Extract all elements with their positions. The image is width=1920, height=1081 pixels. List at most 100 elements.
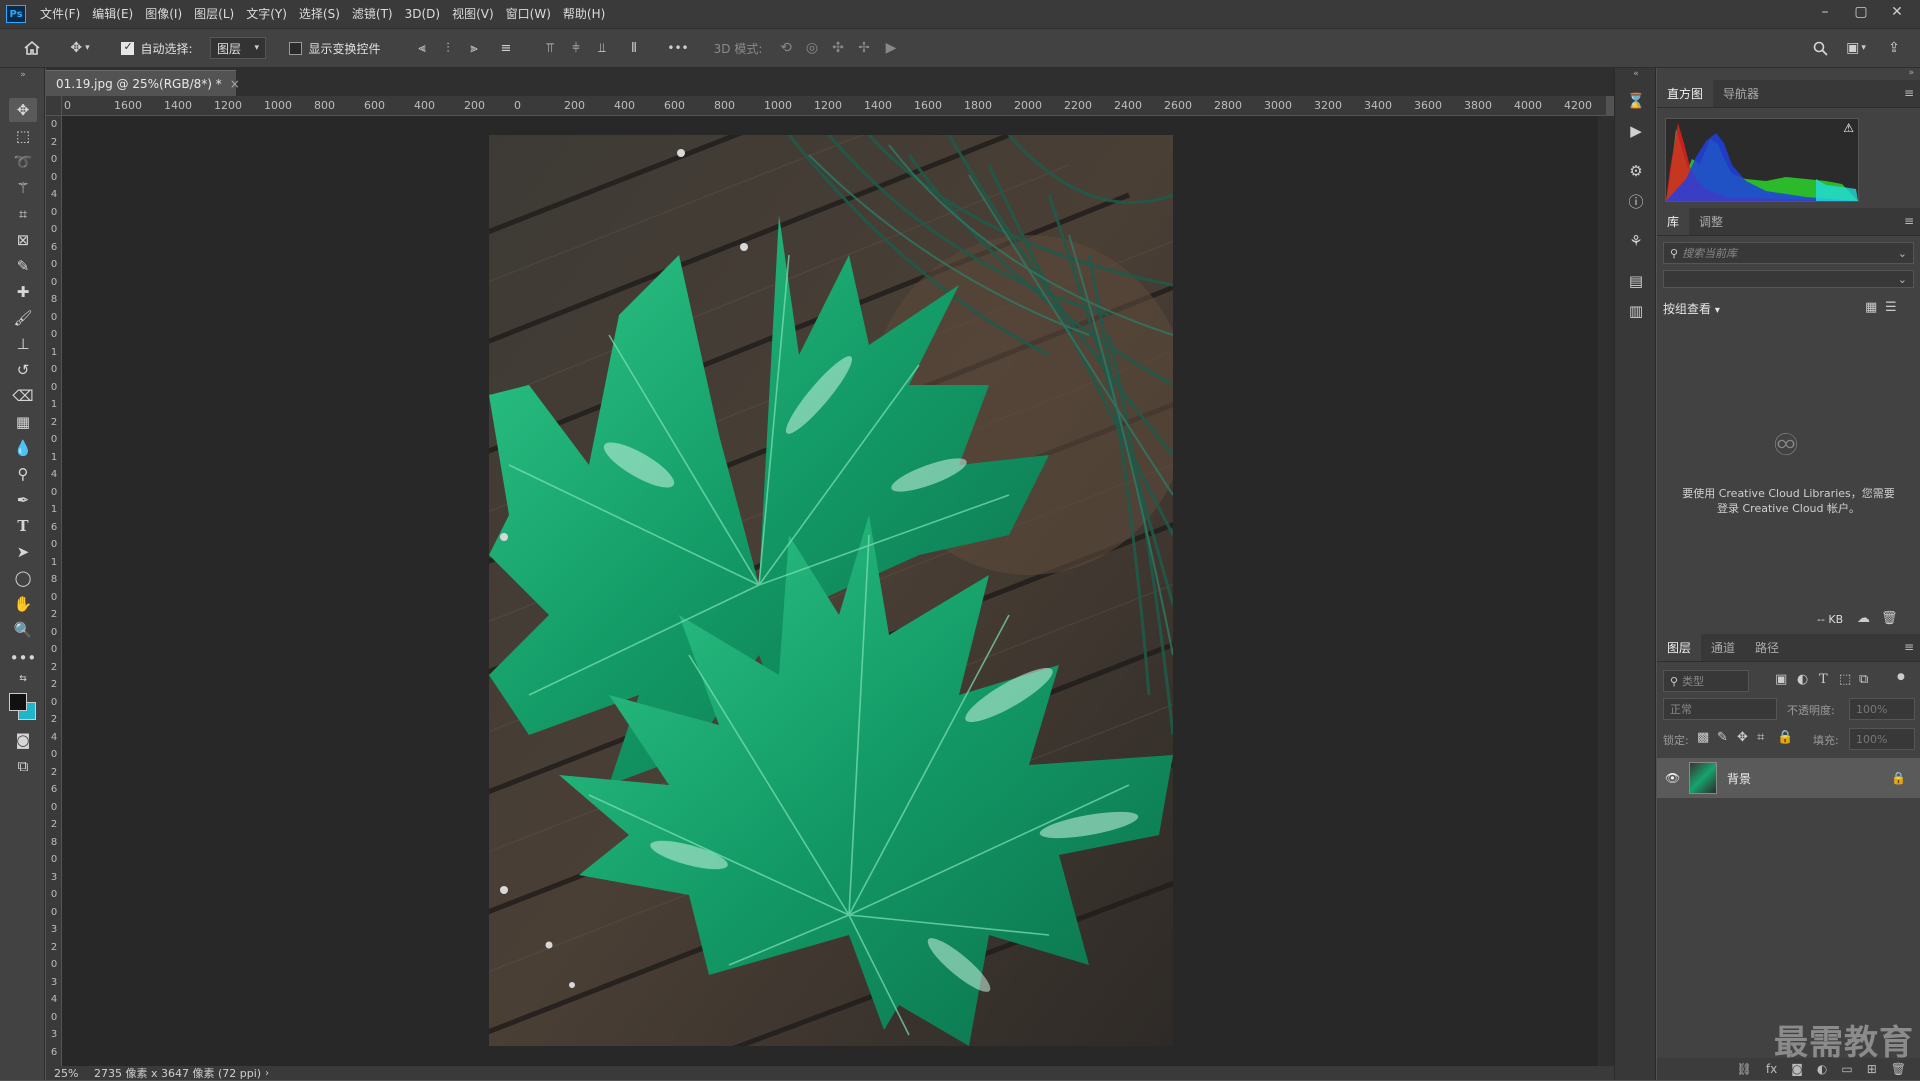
tab-library[interactable]: 库: [1657, 208, 1690, 235]
lock-position-icon[interactable]: ✥: [1737, 730, 1748, 745]
tab-histogram[interactable]: 直方图: [1657, 80, 1714, 107]
marquee-tool-icon[interactable]: ⬚: [9, 124, 37, 148]
zoom-level[interactable]: 25%: [46, 1067, 88, 1080]
distribute-vertical-icon[interactable]: ⦀: [624, 37, 644, 59]
library-search-field[interactable]: ⚲ 搜索当前库 ⌄: [1663, 242, 1914, 264]
library-menu-icon[interactable]: ≡: [1904, 214, 1914, 228]
ruler-origin[interactable]: [46, 96, 62, 116]
histogram-warning-icon[interactable]: ⚠: [1843, 121, 1854, 135]
properties-panel-icon[interactable]: ⚙: [1625, 160, 1647, 182]
3d-orbit-icon[interactable]: ⟲: [776, 37, 796, 59]
eyedropper-tool-icon[interactable]: ✎: [9, 254, 37, 278]
path-selection-tool-icon[interactable]: ➤: [9, 540, 37, 564]
tab-navigator[interactable]: 导航器: [1713, 80, 1769, 107]
lock-artboard-icon[interactable]: ⌗: [1757, 730, 1764, 745]
lasso-tool-icon[interactable]: ➰: [9, 150, 37, 174]
vertical-ruler[interactable]: 0 2 0 0 4 0 0 6 0 0 8 0 0 1 0 0 1 2 0 1 4 0 1 6 0 1 8 0 2 0 0 2 2 0 2 4 0 2 6 0…: [46, 116, 62, 1066]
cloud-sync-icon[interactable]: ☁: [1857, 611, 1870, 626]
menu-item-2[interactable]: 图像(I): [139, 0, 188, 28]
delete-layer-icon[interactable]: 🗑: [1891, 1062, 1906, 1076]
more-options-button[interactable]: •••: [664, 37, 692, 59]
dodge-tool-icon[interactable]: ⚲: [9, 462, 37, 486]
align-right-icon[interactable]: ⫸: [464, 37, 484, 59]
adjustment-layer-icon[interactable]: ◐: [1817, 1062, 1827, 1076]
document-info[interactable]: 2735 像素 x 3647 像素 (72 ppi): [94, 1065, 261, 1081]
eye-icon[interactable]: 👁: [1665, 771, 1681, 785]
quick-mask-icon[interactable]: ◙: [9, 728, 37, 752]
layer-filter-dropdown[interactable]: ⚲ 类型: [1663, 670, 1749, 692]
3d-roll-icon[interactable]: ◎: [802, 37, 822, 59]
move-tool-preset-icon[interactable]: ✥ ▾: [60, 37, 100, 59]
ellipse-tool-icon[interactable]: ◯: [9, 566, 37, 590]
library-select-dropdown[interactable]: ⌄: [1663, 270, 1914, 288]
trash-icon[interactable]: 🗑: [1881, 611, 1898, 626]
layer-row-background[interactable]: 👁 背景 🔒: [1657, 758, 1920, 798]
menu-item-7[interactable]: 3D(D): [399, 0, 446, 28]
menu-item-3[interactable]: 图层(L): [188, 0, 240, 28]
lock-image-icon[interactable]: ✎: [1717, 730, 1728, 745]
collapse-tools-icon[interactable]: »: [9, 68, 37, 82]
type-tool-icon[interactable]: T: [9, 514, 37, 538]
distribute-horizontal-icon[interactable]: ≡: [496, 37, 516, 59]
lock-all-icon[interactable]: 🔒: [1777, 730, 1793, 745]
layers-menu-icon[interactable]: ≡: [1904, 640, 1914, 654]
history-panel-icon[interactable]: ⌛: [1625, 90, 1647, 112]
zoom-tool-icon[interactable]: 🔍: [9, 618, 37, 642]
blur-tool-icon[interactable]: 💧: [9, 436, 37, 460]
gradient-tool-icon[interactable]: ▦: [9, 410, 37, 434]
expand-panels-icon[interactable]: »: [1908, 68, 1914, 78]
opacity-field[interactable]: 100%: [1849, 698, 1915, 720]
tab-layers[interactable]: 图层: [1657, 634, 1702, 661]
foreground-color-swatch[interactable]: [9, 693, 27, 711]
fill-field[interactable]: 100%: [1849, 728, 1915, 750]
align-left-icon[interactable]: ⫷: [412, 37, 432, 59]
search-icon[interactable]: [1808, 37, 1832, 59]
link-layers-icon[interactable]: ⛓: [1737, 1062, 1752, 1076]
brush-settings-icon[interactable]: ⚘: [1625, 230, 1647, 252]
menu-item-5[interactable]: 选择(S): [293, 0, 346, 28]
info-panel-icon[interactable]: ⓘ: [1625, 190, 1647, 212]
close-button[interactable]: ✕: [1882, 0, 1912, 24]
color-swatches[interactable]: [8, 692, 38, 720]
tab-channels[interactable]: 通道: [1701, 634, 1745, 661]
document-tab[interactable]: 01.19.jpg @ 25%(RGB/8*) * ×: [46, 70, 240, 96]
blend-mode-dropdown[interactable]: 正常: [1663, 698, 1777, 720]
hand-tool-icon[interactable]: ✋: [9, 592, 37, 616]
collapse-panels-icon[interactable]: «: [1625, 68, 1647, 80]
edit-toolbar-icon[interactable]: •••: [9, 646, 37, 670]
close-tab-icon[interactable]: ×: [230, 77, 240, 91]
menu-item-10[interactable]: 帮助(H): [557, 0, 611, 28]
chevron-right-icon[interactable]: ›: [265, 1068, 269, 1079]
auto-select-target-dropdown[interactable]: 图层 ▾: [210, 37, 266, 59]
home-icon[interactable]: [18, 37, 46, 59]
view-by-group-dropdown[interactable]: 按组查看 ▾: [1663, 300, 1720, 317]
share-icon[interactable]: ⇪: [1882, 37, 1906, 59]
filter-adjustment-icon[interactable]: ◐: [1797, 672, 1808, 687]
horizontal-ruler[interactable]: 0 1600 1400 1200 1000 800 600 400 200 0 200 400 600 8…: [62, 96, 1606, 116]
tab-paths[interactable]: 路径: [1745, 634, 1789, 661]
auto-select-checkbox[interactable]: 自动选择:: [112, 37, 202, 59]
history-brush-tool-icon[interactable]: ↺: [9, 358, 37, 382]
grid-view-icon[interactable]: ▦: [1865, 300, 1877, 315]
histogram-menu-icon[interactable]: ≡: [1904, 86, 1914, 100]
3d-camera-icon[interactable]: ▶: [880, 37, 902, 59]
add-mask-icon[interactable]: ◙: [1791, 1062, 1803, 1076]
tab-adjustments[interactable]: 调整: [1689, 208, 1733, 235]
brush-tool-icon[interactable]: 🖌: [9, 306, 37, 330]
align-top-icon[interactable]: ⫪: [540, 37, 560, 59]
new-layer-icon[interactable]: ⊞: [1867, 1062, 1877, 1076]
filter-pixel-icon[interactable]: ▣: [1775, 672, 1787, 687]
layer-name[interactable]: 背景: [1727, 770, 1751, 787]
filter-toggle-icon[interactable]: ●: [1897, 672, 1905, 682]
crop-tool-icon[interactable]: ⌗: [9, 202, 37, 226]
swap-colors-icon[interactable]: ⇆: [9, 672, 37, 686]
lock-transparent-icon[interactable]: ▩: [1697, 730, 1709, 745]
healing-brush-tool-icon[interactable]: ✚: [9, 280, 37, 304]
align-center-icon[interactable]: ⫶: [438, 37, 458, 59]
actions-panel-icon[interactable]: ▶: [1625, 120, 1647, 142]
vertical-scrollbar[interactable]: [1598, 116, 1614, 1066]
filter-smart-object-icon[interactable]: ⧉: [1859, 672, 1868, 687]
clone-stamp-tool-icon[interactable]: ⊥: [9, 332, 37, 356]
fx-icon[interactable]: fx: [1766, 1062, 1777, 1076]
menu-item-9[interactable]: 窗口(W): [500, 0, 557, 28]
